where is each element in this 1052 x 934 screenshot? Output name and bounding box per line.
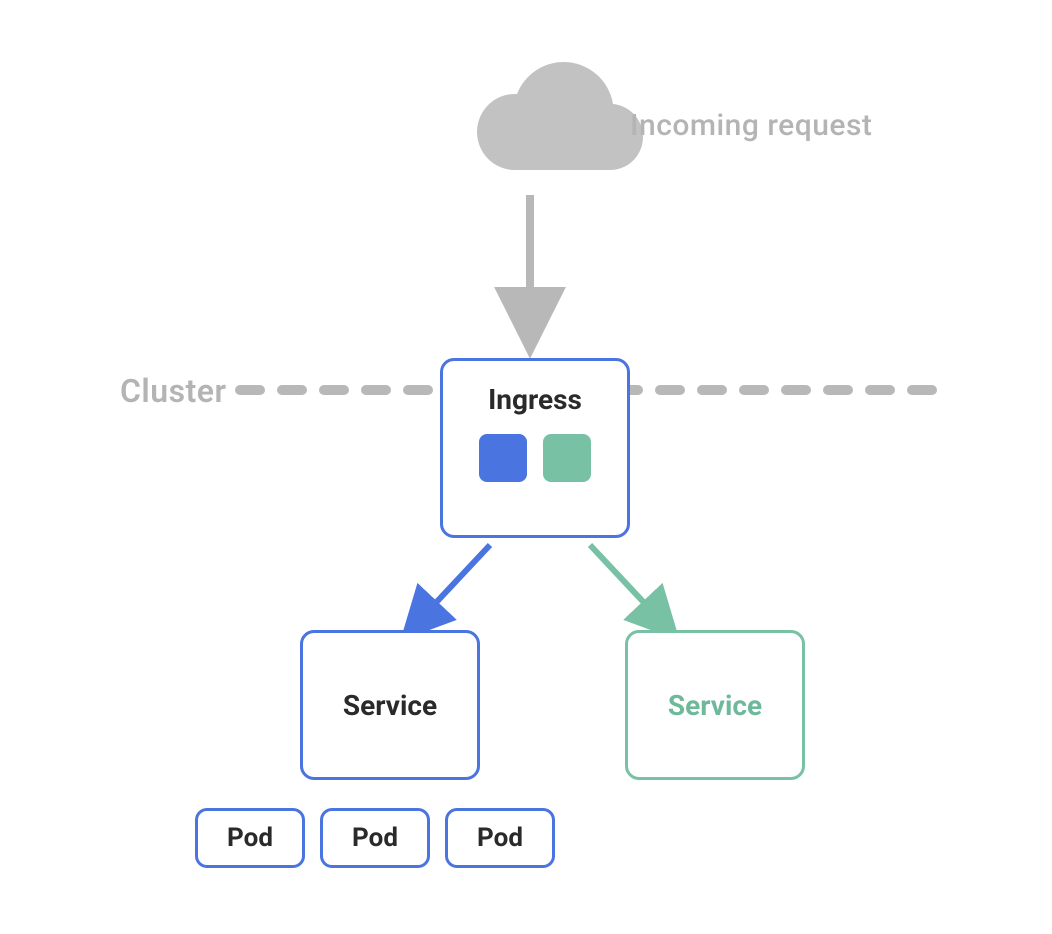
service-right-title: Service	[668, 689, 762, 722]
cloud-icon	[477, 62, 643, 170]
incoming-request-label: Incoming request	[630, 108, 872, 143]
cluster-label: Cluster	[120, 372, 227, 410]
service-box-left: Service	[300, 630, 480, 780]
service-box-right: Service	[625, 630, 805, 780]
diagram-stage: Incoming request Cluster Ingress Service…	[0, 0, 1052, 934]
pod-label: Pod	[477, 823, 523, 853]
ingress-chip-green	[543, 434, 591, 482]
ingress-box: Ingress	[440, 358, 630, 538]
pod-box: Pod	[320, 808, 430, 868]
service-left-title: Service	[343, 689, 437, 722]
pod-label: Pod	[227, 823, 273, 853]
arrow-to-service-left	[415, 545, 490, 625]
ingress-chip-blue	[479, 434, 527, 482]
pod-box: Pod	[445, 808, 555, 868]
pod-box: Pod	[195, 808, 305, 868]
arrow-to-service-right	[590, 545, 665, 625]
ingress-title: Ingress	[488, 383, 582, 416]
pod-label: Pod	[352, 823, 398, 853]
ingress-chips	[479, 434, 591, 482]
